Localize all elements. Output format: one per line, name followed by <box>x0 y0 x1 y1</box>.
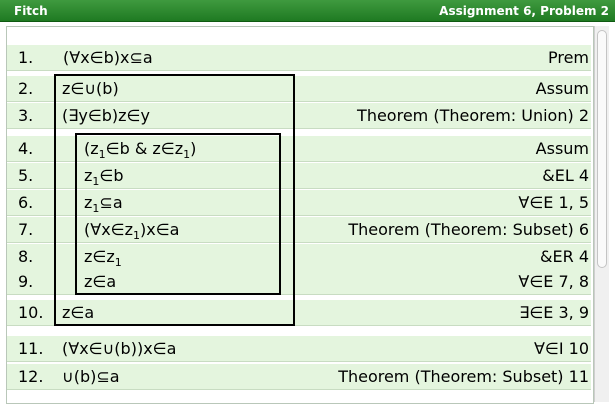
justification[interactable]: Theorem (Theorem: Union) 2 <box>357 106 589 125</box>
line-number: 4. <box>18 139 34 158</box>
line-number: 1. <box>18 48 34 67</box>
justification[interactable]: Assum <box>536 79 589 98</box>
line-number: 11. <box>18 339 44 358</box>
justification[interactable]: Theorem (Theorem: Subset) 11 <box>338 367 589 386</box>
formula[interactable]: (∀x∈b)x⊆a <box>63 48 153 67</box>
proof-line-11[interactable]: 11. (∀x∈∪(b))x∈a ∀∈I 10 <box>7 336 591 362</box>
justification[interactable]: Assum <box>536 139 589 158</box>
line-number: 12. <box>18 367 44 386</box>
proof-line-12[interactable]: 12. ∪(b)⊆a Theorem (Theorem: Subset) 11 <box>7 364 591 390</box>
app-title: Fitch <box>14 4 48 18</box>
line-number: 8. <box>18 247 34 266</box>
line-number: 6. <box>18 193 34 212</box>
proof-line-1[interactable]: 1. (∀x∈b)x⊆a Prem <box>7 45 591 71</box>
justification[interactable]: Theorem (Theorem: Subset) 6 <box>348 220 589 239</box>
line-number: 3. <box>18 106 34 125</box>
justification[interactable]: &ER 4 <box>540 247 589 266</box>
justification[interactable]: ∃∈E 3, 9 <box>519 303 589 322</box>
line-number: 10. <box>18 303 44 322</box>
vertical-scrollbar[interactable] <box>594 26 609 402</box>
justification[interactable]: ∀∈E 1, 5 <box>518 193 589 212</box>
formula[interactable]: ∪(b)⊆a <box>62 367 120 386</box>
line-number: 7. <box>18 220 34 239</box>
justification[interactable]: Prem <box>548 48 589 67</box>
justification[interactable]: ∀∈I 10 <box>534 339 589 358</box>
assignment-title: Assignment 6, Problem 2 <box>439 4 609 18</box>
title-bar: Fitch Assignment 6, Problem 2 <box>0 0 615 22</box>
formula[interactable]: (∀x∈∪(b))x∈a <box>62 339 176 358</box>
justification[interactable]: &EL 4 <box>542 166 589 185</box>
justification[interactable]: ∀∈E 7, 8 <box>518 272 589 291</box>
line-number: 2. <box>18 79 34 98</box>
line-number: 5. <box>18 166 34 185</box>
subproof-inner-box <box>75 133 281 295</box>
scrollbar-thumb[interactable] <box>597 30 607 268</box>
line-number: 9. <box>18 272 34 291</box>
